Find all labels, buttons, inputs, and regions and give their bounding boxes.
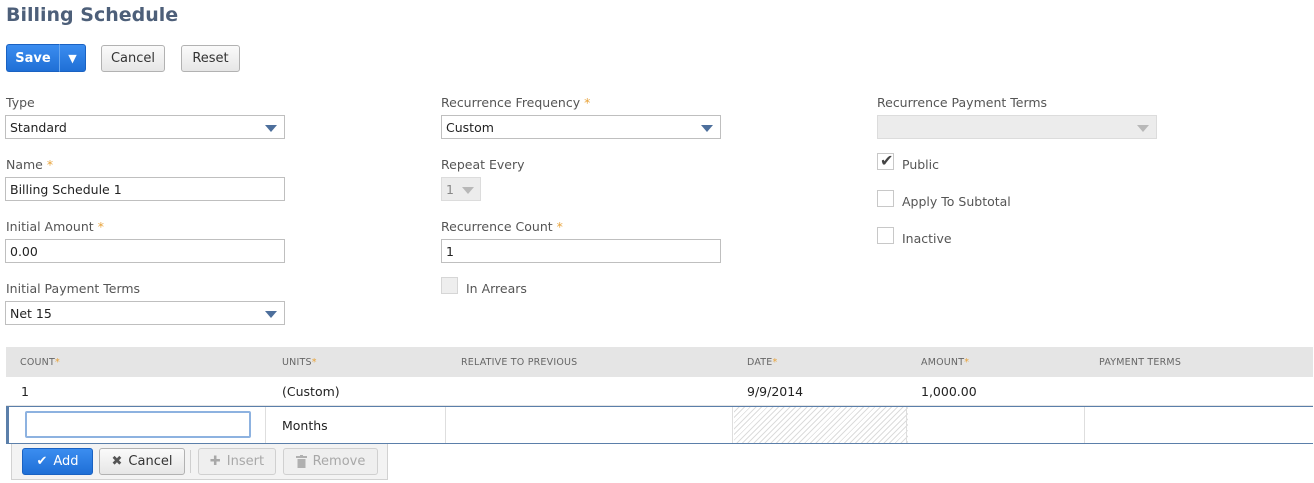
units-edit-cell[interactable]: Months (282, 418, 328, 433)
insert-row-button[interactable]: ✚ Insert (198, 448, 276, 475)
column-header-relative[interactable]: RELATIVE TO PREVIOUS (461, 357, 577, 368)
inactive-label: Inactive (902, 231, 952, 246)
caret-down-icon (265, 125, 277, 132)
edit-row: Months (6, 406, 1313, 444)
column-header-count[interactable]: COUNT* (20, 357, 60, 368)
caret-down-icon (1137, 125, 1149, 132)
public-checkbox[interactable]: ✔ (877, 151, 894, 170)
cell-date: 9/9/2014 (747, 384, 804, 399)
type-label: Type (6, 95, 35, 110)
in-arrears-checkbox (441, 277, 458, 294)
column-divider (906, 407, 907, 443)
inactive-checkbox[interactable] (877, 227, 894, 244)
recurrence-frequency-value: Custom (446, 120, 494, 135)
public-label: Public (902, 157, 939, 172)
repeat-every-select: 1 (441, 177, 481, 201)
date-edit-cell-disabled (734, 407, 908, 443)
column-header-payment-terms[interactable]: PAYMENT TERMS (1099, 357, 1181, 368)
column-header-amount[interactable]: AMOUNT* (921, 357, 969, 368)
cancel-row-button[interactable]: ✖ Cancel (99, 448, 185, 475)
column-divider (445, 407, 446, 443)
save-menu-button[interactable]: ▼ (60, 44, 86, 72)
required-marker: * (584, 95, 591, 110)
column-divider (732, 407, 733, 443)
recurrence-payment-terms-select (877, 115, 1157, 139)
cell-count: 1 (21, 384, 29, 399)
apply-to-subtotal-checkbox[interactable] (877, 190, 894, 207)
grid-header: COUNT* UNITS* RELATIVE TO PREVIOUS DATE*… (6, 347, 1313, 377)
initial-amount-label: Initial Amount * (6, 219, 104, 234)
caret-down-icon (265, 311, 277, 318)
chevron-down-icon: ▼ (68, 51, 77, 65)
recurrence-count-label: Recurrence Count * (441, 219, 563, 234)
check-icon: ✔ (880, 151, 894, 170)
row-action-bar: ✔ Add ✖ Cancel ✚ Insert Remove (11, 444, 388, 480)
column-divider (1084, 407, 1085, 443)
required-marker: * (556, 219, 563, 234)
recurrence-frequency-select[interactable]: Custom (441, 115, 721, 139)
count-edit-field[interactable] (25, 411, 251, 438)
in-arrears-label: In Arrears (466, 281, 527, 296)
add-row-button[interactable]: ✔ Add (22, 448, 93, 475)
recurrence-payment-terms-label: Recurrence Payment Terms (877, 95, 1048, 110)
trash-icon (295, 455, 307, 468)
close-icon: ✖ (111, 454, 123, 469)
save-button[interactable]: Save (6, 44, 60, 72)
column-divider (265, 407, 266, 443)
name-label: Name * (6, 157, 54, 172)
type-value: Standard (10, 120, 67, 135)
divider (190, 450, 191, 473)
save-button-group: Save ▼ (6, 44, 86, 72)
column-header-date[interactable]: DATE* (747, 357, 777, 368)
recurrence-frequency-label: Recurrence Frequency * (441, 95, 591, 110)
initial-payment-terms-label: Initial Payment Terms (6, 281, 141, 296)
name-field[interactable]: Billing Schedule 1 (5, 177, 285, 201)
repeat-every-label: Repeat Every (441, 157, 525, 172)
page-title: Billing Schedule (6, 4, 179, 26)
plus-icon: ✚ (209, 454, 221, 469)
required-marker: * (46, 157, 54, 172)
apply-to-subtotal-label: Apply To Subtotal (902, 194, 1011, 209)
caret-down-icon (462, 187, 474, 194)
required-marker: * (97, 219, 104, 234)
cancel-button[interactable]: Cancel (101, 45, 165, 72)
type-select[interactable]: Standard (5, 115, 285, 139)
initial-payment-terms-select[interactable]: Net 15 (5, 301, 285, 325)
repeat-every-value: 1 (446, 182, 454, 197)
remove-row-button[interactable]: Remove (283, 448, 378, 475)
initial-amount-field[interactable]: 0.00 (5, 239, 285, 263)
caret-down-icon (701, 125, 713, 132)
cell-units: (Custom) (282, 384, 340, 399)
check-icon: ✔ (36, 454, 48, 469)
recurrence-count-field[interactable]: 1 (441, 239, 721, 263)
reset-button[interactable]: Reset (181, 45, 240, 72)
column-header-units[interactable]: UNITS* (282, 357, 317, 368)
table-row[interactable]: 1 (Custom) 9/9/2014 1,000.00 (6, 377, 1313, 406)
cell-amount: 1,000.00 (921, 384, 977, 399)
initial-payment-terms-value: Net 15 (10, 306, 52, 321)
